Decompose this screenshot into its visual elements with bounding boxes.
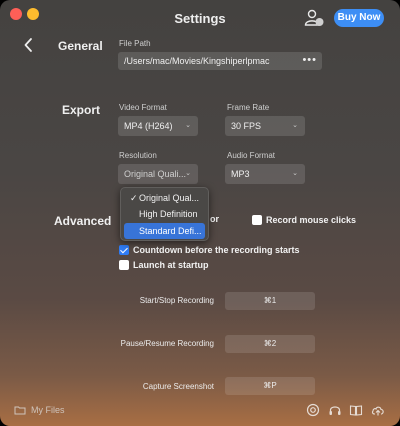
frame-rate-select[interactable]: 30 FPS ⌄: [225, 116, 305, 136]
audio-format-select[interactable]: MP3 ⌄: [225, 164, 305, 184]
checkmark-icon: ✓: [130, 193, 138, 203]
chevron-left-icon[interactable]: [22, 37, 36, 53]
chevron-down-icon: ⌄: [292, 170, 298, 177]
record-icon[interactable]: [306, 403, 320, 417]
shortcut-capture-screenshot-label: Capture Screenshot: [142, 382, 214, 391]
resolution-option-label: Original Qual...: [139, 193, 200, 203]
user-avatar-icon[interactable]: [303, 8, 325, 28]
chevron-down-icon: ⌄: [185, 122, 191, 129]
launch-at-startup-label: Launch at startup: [133, 260, 209, 270]
record-mouse-clicks-checkbox[interactable]: [252, 215, 262, 225]
video-format-value: MP4 (H264): [124, 121, 173, 131]
resolution-option-label: Standard Defi...: [139, 226, 202, 236]
resolution-dropdown-menu: ✓ Original Qual... High Definition Stand…: [120, 187, 209, 241]
more-dots-icon[interactable]: •••: [302, 52, 317, 69]
countdown-label: Countdown before the recording starts: [133, 245, 300, 255]
shortcut-start-stop-label: Start/Stop Recording: [139, 296, 214, 305]
buy-now-button[interactable]: Buy Now: [334, 9, 384, 27]
folder-icon: [14, 405, 26, 415]
section-general-title: General: [58, 39, 103, 53]
obscured-option-label: or: [210, 214, 219, 224]
my-files-label: My Files: [31, 405, 65, 415]
cloud-upload-icon[interactable]: [371, 403, 385, 417]
settings-window: Settings Buy Now General File Path /User…: [0, 0, 400, 426]
resolution-select[interactable]: Original Quali... ⌄: [118, 164, 198, 184]
resolution-option-label: High Definition: [139, 209, 198, 219]
shortcut-capture-screenshot-field[interactable]: ⌘P: [225, 377, 315, 395]
resolution-label: Resolution: [119, 151, 157, 160]
chevron-down-icon: ⌄: [292, 122, 298, 129]
frame-rate-label: Frame Rate: [227, 103, 270, 112]
book-icon[interactable]: [349, 403, 363, 417]
resolution-option-standard-definition[interactable]: Standard Defi...: [124, 223, 205, 239]
launch-at-startup-checkbox[interactable]: [119, 260, 129, 270]
file-path-label: File Path: [119, 39, 151, 48]
section-advanced-title: Advanced: [54, 214, 112, 228]
resolution-option-high-definition[interactable]: High Definition: [121, 206, 208, 222]
audio-format-value: MP3: [231, 169, 250, 179]
record-mouse-clicks-label: Record mouse clicks: [266, 215, 357, 225]
shortcut-start-stop-field[interactable]: ⌘1: [225, 292, 315, 310]
resolution-option-original[interactable]: ✓ Original Qual...: [121, 190, 208, 206]
audio-format-label: Audio Format: [227, 151, 276, 160]
resolution-value: Original Quali...: [124, 169, 187, 179]
chevron-down-icon: ⌄: [185, 170, 191, 177]
frame-rate-value: 30 FPS: [231, 121, 262, 131]
file-path-field[interactable]: /Users/mac/Movies/Kingshiperlpmac •••: [118, 52, 322, 70]
headset-icon[interactable]: [328, 403, 342, 417]
title-bar: Settings Buy Now: [0, 0, 400, 36]
video-format-label: Video Format: [119, 103, 167, 112]
section-export-title: Export: [62, 103, 101, 117]
bottom-bar: My Files: [0, 397, 400, 426]
countdown-checkbox[interactable]: [119, 245, 129, 255]
file-path-value: /Users/mac/Movies/Kingshiperlpmac: [124, 56, 270, 66]
shortcut-pause-resume-field[interactable]: ⌘2: [225, 335, 315, 353]
shortcut-pause-resume-label: Pause/Resume Recording: [120, 339, 214, 348]
video-format-select[interactable]: MP4 (H264) ⌄: [118, 116, 198, 136]
